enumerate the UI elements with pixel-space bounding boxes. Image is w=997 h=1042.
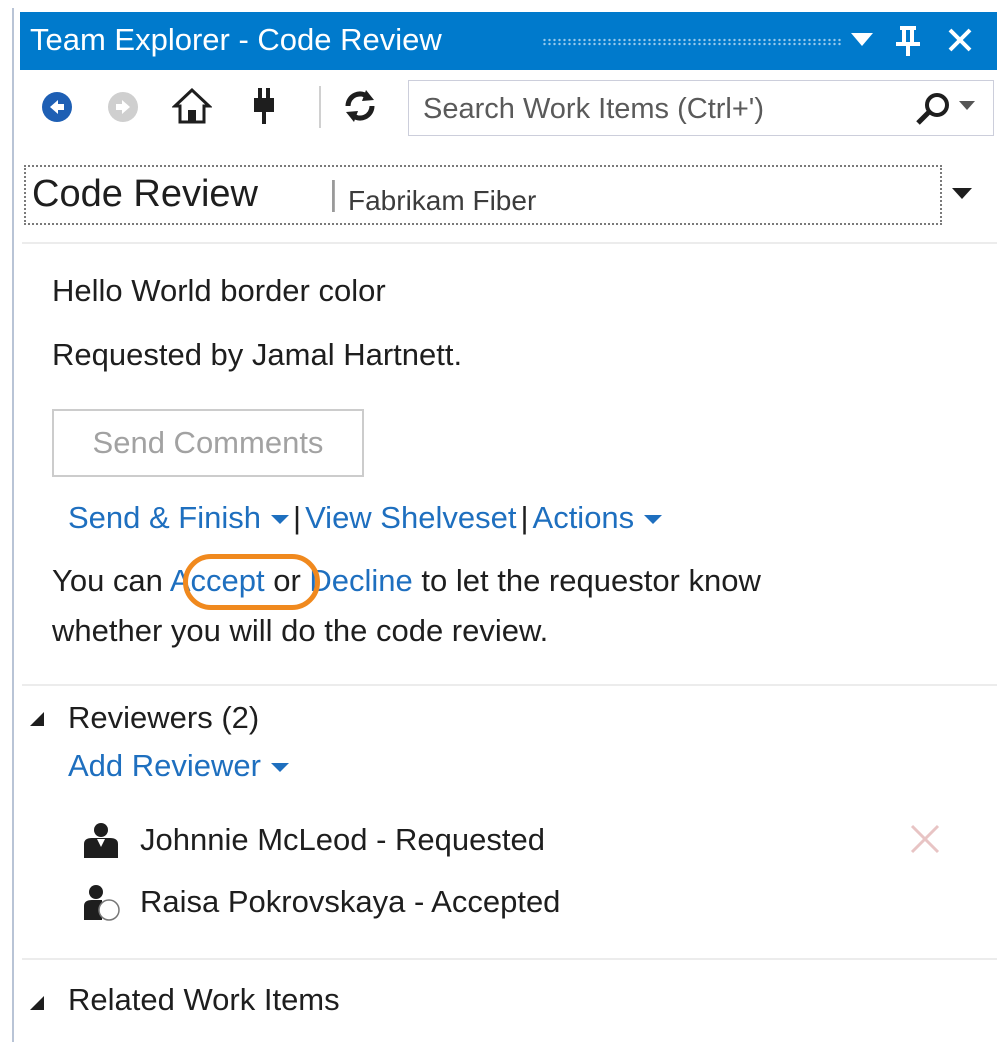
- review-title: Hello World border color: [52, 273, 386, 308]
- window-title: Team Explorer - Code Review: [30, 22, 442, 57]
- search-icon[interactable]: [913, 91, 953, 127]
- actions-link[interactable]: Actions: [533, 500, 663, 535]
- page-navigation-dropdown-icon[interactable]: [952, 188, 972, 199]
- page-title: Code Review: [32, 173, 258, 215]
- page-header[interactable]: Code Review | Fabrikam Fiber: [24, 165, 942, 225]
- requested-by-text: Requested by Jamal Hartnett.: [52, 337, 463, 372]
- add-reviewer-link[interactable]: Add Reviewer: [68, 748, 289, 784]
- pin-icon[interactable]: [888, 18, 928, 62]
- reviewers-heading[interactable]: Reviewers (2): [68, 700, 259, 736]
- send-comments-button[interactable]: Send Comments: [52, 409, 364, 477]
- accept-highlight-ring: [183, 554, 320, 610]
- toolbar-separator: [319, 86, 321, 128]
- window-menu-dropdown-icon[interactable]: [842, 18, 882, 62]
- search-placeholder: Search Work Items (Ctrl+'): [423, 93, 764, 125]
- add-reviewer-dropdown-icon[interactable]: [270, 763, 289, 773]
- view-shelveset-link[interactable]: View Shelveset: [305, 500, 516, 535]
- accept-decline-message-line2: whether you will do the code review.: [52, 613, 549, 648]
- send-finish-dropdown-icon[interactable]: [271, 515, 289, 525]
- toolbar: Search Work Items (Ctrl+'): [22, 72, 997, 144]
- related-work-items-collapse-icon[interactable]: [30, 996, 44, 1010]
- close-icon[interactable]: [940, 18, 980, 62]
- reviewer-name: Johnnie McLeod - Requested: [140, 822, 545, 857]
- search-work-items-input[interactable]: Search Work Items (Ctrl+'): [408, 80, 994, 136]
- forward-arrow-icon[interactable]: [108, 92, 138, 122]
- search-options-dropdown-icon[interactable]: [959, 101, 975, 111]
- related-work-items-heading[interactable]: Related Work Items: [68, 982, 340, 1018]
- drag-grip[interactable]: [542, 38, 842, 46]
- refresh-icon[interactable]: [340, 86, 380, 126]
- link-separator: |: [520, 500, 529, 535]
- link-separator: |: [293, 500, 302, 535]
- header-separator: |: [329, 175, 338, 213]
- remove-reviewer-icon[interactable]: [908, 822, 942, 856]
- send-finish-link[interactable]: Send & Finish: [68, 500, 289, 535]
- home-icon[interactable]: [172, 86, 212, 126]
- back-arrow-icon[interactable]: [42, 92, 72, 122]
- reviewer-requested-icon: [84, 823, 118, 858]
- review-actions-row: Send & Finish | View Shelveset | Actions: [68, 500, 663, 536]
- title-bar: Team Explorer - Code Review: [20, 12, 997, 70]
- section-divider: [22, 958, 997, 960]
- accept-decline-message: You can Accept or Decline to let the req…: [52, 563, 761, 598]
- section-divider: [22, 684, 997, 686]
- reviewer-name: Raisa Pokrovskaya - Accepted: [140, 884, 561, 919]
- actions-dropdown-icon[interactable]: [644, 515, 663, 525]
- project-name: Fabrikam Fiber: [348, 185, 537, 216]
- decline-link[interactable]: Decline: [309, 563, 412, 598]
- connect-plug-icon[interactable]: [244, 86, 284, 126]
- reviewers-collapse-icon[interactable]: [30, 712, 44, 726]
- reviewer-accepted-icon: [84, 885, 120, 921]
- header-divider: [22, 242, 997, 244]
